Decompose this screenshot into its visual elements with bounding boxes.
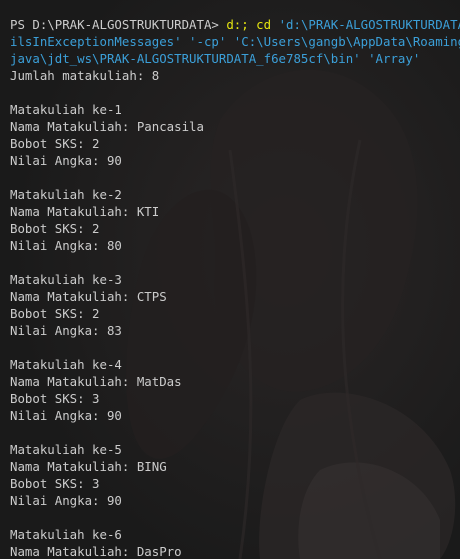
shell-prompt: PS D:\PRAK-ALGOSTRUKTURDATA>	[10, 17, 227, 32]
course-name: Nama Matakuliah: CTPS	[10, 289, 167, 304]
course-grade: Nilai Angka: 90	[10, 493, 122, 508]
course-sks: Bobot SKS: 2	[10, 221, 100, 236]
course-name: Nama Matakuliah: DasPro	[10, 544, 182, 559]
command-text: d:; cd	[226, 17, 279, 32]
wrapped-command-line-1: ilsInExceptionMessages' '-cp' 'C:\Users\…	[10, 34, 460, 49]
command-path: 'd:\PRAK-ALGOSTRUKTURDATA';	[278, 17, 460, 32]
course-header: Matakuliah ke-2	[10, 187, 122, 202]
course-entry: Matakuliah ke-1 Nama Matakuliah: Pancasi…	[10, 101, 460, 186]
course-header: Matakuliah ke-4	[10, 357, 122, 372]
course-header: Matakuliah ke-1	[10, 102, 122, 117]
terminal-panel[interactable]: PS D:\PRAK-ALGOSTRUKTURDATA> d:; cd 'd:\…	[0, 0, 460, 559]
terminal-output: PS D:\PRAK-ALGOSTRUKTURDATA> d:; cd 'd:\…	[10, 16, 460, 559]
course-header: Matakuliah ke-6	[10, 527, 122, 542]
course-sks: Bobot SKS: 3	[10, 391, 100, 406]
command-line: PS D:\PRAK-ALGOSTRUKTURDATA> d:; cd 'd:\…	[10, 16, 460, 33]
course-name: Nama Matakuliah: MatDas	[10, 374, 182, 389]
course-entry: Matakuliah ke-3 Nama Matakuliah: CTPS Bo…	[10, 271, 460, 356]
course-grade: Nilai Angka: 90	[10, 153, 122, 168]
course-entry: Matakuliah ke-6 Nama Matakuliah: DasPro	[10, 526, 460, 559]
course-entry: Matakuliah ke-2 Nama Matakuliah: KTI Bob…	[10, 186, 460, 271]
course-grade: Nilai Angka: 83	[10, 323, 122, 338]
course-entry: Matakuliah ke-4 Nama Matakuliah: MatDas …	[10, 356, 460, 441]
course-entry: Matakuliah ke-5 Nama Matakuliah: BING Bo…	[10, 441, 460, 526]
course-sks: Bobot SKS: 3	[10, 476, 100, 491]
course-name: Nama Matakuliah: KTI	[10, 204, 160, 219]
course-count-line: Jumlah matakuliah: 8	[10, 68, 160, 83]
course-header: Matakuliah ke-5	[10, 442, 122, 457]
course-grade: Nilai Angka: 80	[10, 238, 122, 253]
course-name: Nama Matakuliah: Pancasila	[10, 119, 204, 134]
course-sks: Bobot SKS: 2	[10, 306, 100, 321]
course-name: Nama Matakuliah: BING	[10, 459, 167, 474]
course-grade: Nilai Angka: 90	[10, 408, 122, 423]
course-sks: Bobot SKS: 2	[10, 136, 100, 151]
course-header: Matakuliah ke-3	[10, 272, 122, 287]
wrapped-command-line-2: java\jdt_ws\PRAK-ALGOSTRUKTURDATA_f6e785…	[10, 51, 421, 66]
